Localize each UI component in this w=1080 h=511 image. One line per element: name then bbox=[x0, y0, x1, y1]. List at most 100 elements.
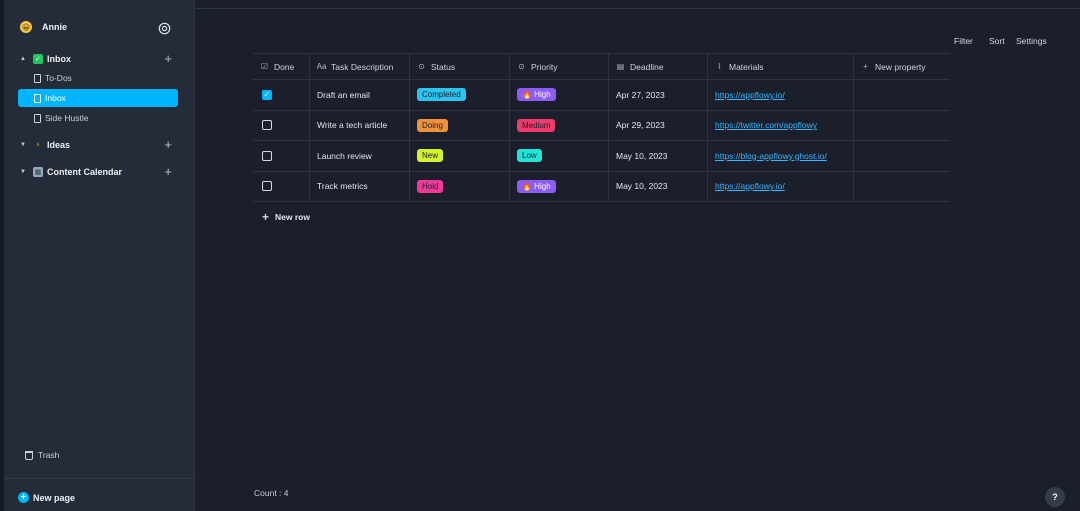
sidebar-item-to-dos[interactable]: To-Dos bbox=[18, 69, 178, 87]
done-checkbox[interactable] bbox=[262, 150, 272, 161]
status-cell[interactable]: Completed bbox=[410, 80, 510, 110]
status-cell[interactable]: Hold bbox=[410, 171, 510, 201]
user-avatar-emoji: 😀 bbox=[20, 21, 32, 33]
column-label: Done bbox=[274, 61, 295, 72]
sort-button[interactable]: Sort bbox=[989, 36, 1005, 46]
status-cell[interactable]: Doing bbox=[410, 110, 510, 140]
new-row-button[interactable]: + New row bbox=[262, 210, 310, 224]
status-tag: Hold bbox=[417, 179, 444, 193]
new-row-label: New row bbox=[275, 212, 310, 222]
priority-cell[interactable]: Medium bbox=[510, 110, 609, 140]
database-grid: ☑ Done Aa Task Description ⊙ Status ⊙ Pr… bbox=[253, 53, 950, 202]
grid-header-row: ☑ Done Aa Task Description ⊙ Status ⊙ Pr… bbox=[253, 53, 950, 80]
sidebar-section-label: Ideas bbox=[47, 140, 71, 150]
chevron-up-icon[interactable]: ▲ bbox=[18, 56, 28, 62]
column-header-status[interactable]: ⊙ Status bbox=[410, 54, 510, 79]
trash-button[interactable]: Trash bbox=[25, 450, 59, 460]
materials-link[interactable]: https://appflowy.io/ bbox=[715, 90, 785, 100]
materials-link[interactable]: https://twitter.com/appflowy bbox=[715, 120, 817, 130]
column-header-materials[interactable]: ⌇ Materials bbox=[708, 54, 854, 79]
add-page-button[interactable]: + bbox=[164, 137, 172, 153]
new-page-button[interactable]: + New page bbox=[18, 492, 75, 503]
column-header-deadline[interactable]: ▤ Deadline bbox=[609, 54, 708, 79]
sidebar: 😀 Annie ▲ ✓ Inbox + To-Dos Inbox Side Hu… bbox=[0, 0, 195, 511]
sidebar-item-side-hustle[interactable]: Side Hustle bbox=[18, 109, 178, 127]
materials-cell[interactable]: https://twitter.com/appflowy bbox=[708, 110, 854, 140]
status-tag: New bbox=[417, 149, 444, 163]
add-page-button[interactable]: + bbox=[164, 51, 172, 67]
sidebar-section-ideas[interactable]: ▼ ⚡ Ideas + bbox=[18, 136, 178, 154]
top-divider bbox=[195, 8, 1080, 9]
deadline-cell[interactable]: May 10, 2023 bbox=[609, 171, 708, 201]
trash-label: Trash bbox=[38, 450, 60, 460]
lightning-icon: ⚡ bbox=[35, 142, 41, 149]
paperclip-icon: ⌇ bbox=[717, 62, 722, 71]
calendar-emoji-icon: ▦ bbox=[33, 167, 43, 177]
table-row[interactable]: ✓ Draft an email Completed 🔥 High Apr 27… bbox=[253, 80, 950, 111]
priority-tag: 🔥 High bbox=[517, 88, 556, 102]
column-header-task-description[interactable]: Aa Task Description bbox=[310, 54, 410, 79]
materials-cell[interactable]: https://blog-appflowy.ghost.io/ bbox=[708, 141, 854, 171]
deadline-cell[interactable]: May 10, 2023 bbox=[609, 141, 708, 171]
new-property-button[interactable]: + New property bbox=[854, 54, 950, 79]
status-tag: Completed bbox=[417, 88, 466, 102]
plus-icon: + bbox=[262, 210, 270, 224]
column-label: Task Description bbox=[331, 61, 394, 72]
sidebar-item-label: Inbox bbox=[45, 93, 66, 103]
filter-button[interactable]: Filter bbox=[954, 36, 973, 46]
sidebar-divider bbox=[4, 478, 194, 479]
column-header-done[interactable]: ☑ Done bbox=[253, 54, 310, 79]
sidebar-section-label: Inbox bbox=[47, 54, 71, 64]
deadline-cell[interactable]: Apr 29, 2023 bbox=[609, 110, 708, 140]
add-page-button[interactable]: + bbox=[164, 164, 172, 180]
materials-link[interactable]: https://blog-appflowy.ghost.io/ bbox=[715, 151, 827, 161]
task-cell[interactable]: Write a tech article bbox=[310, 110, 410, 140]
done-cell[interactable] bbox=[253, 171, 310, 201]
table-row[interactable]: Write a tech article Doing Medium Apr 29… bbox=[253, 110, 950, 141]
chevron-down-icon[interactable]: ▼ bbox=[18, 169, 28, 175]
done-cell[interactable] bbox=[253, 110, 310, 140]
sidebar-section-label: Content Calendar bbox=[47, 167, 123, 177]
column-label: New property bbox=[875, 61, 926, 72]
row-count: Count : 4 bbox=[254, 488, 289, 498]
calendar-icon: ▤ bbox=[616, 62, 625, 71]
column-label: Deadline bbox=[630, 61, 664, 72]
user-profile[interactable]: 😀 Annie bbox=[20, 21, 67, 33]
table-row[interactable]: Launch review New Low May 10, 2023 https… bbox=[253, 141, 950, 172]
task-cell[interactable]: Track metrics bbox=[310, 171, 410, 201]
sidebar-edge bbox=[0, 0, 4, 511]
done-checkbox[interactable] bbox=[262, 120, 272, 131]
column-label: Materials bbox=[729, 61, 764, 72]
settings-button[interactable]: Settings bbox=[1016, 36, 1047, 46]
checkbox-icon: ☑ bbox=[260, 62, 269, 71]
done-cell[interactable]: ✓ bbox=[253, 80, 310, 110]
column-header-priority[interactable]: ⊙ Priority bbox=[510, 54, 609, 79]
priority-tag: 🔥 High bbox=[517, 179, 556, 193]
plus-circle-icon: + bbox=[18, 492, 29, 503]
sidebar-item-label: To-Dos bbox=[45, 73, 72, 83]
done-checkbox[interactable] bbox=[262, 181, 272, 192]
priority-cell[interactable]: 🔥 High bbox=[510, 80, 609, 110]
deadline-cell[interactable]: Apr 27, 2023 bbox=[609, 80, 708, 110]
materials-cell[interactable]: https://appflowy.io/ bbox=[708, 171, 854, 201]
plus-icon: + bbox=[863, 62, 868, 71]
materials-cell[interactable]: https://appflowy.io/ bbox=[708, 80, 854, 110]
done-checkbox[interactable]: ✓ bbox=[262, 89, 272, 100]
priority-tag: Medium bbox=[517, 118, 556, 132]
materials-link[interactable]: https://appflowy.io/ bbox=[715, 181, 785, 191]
table-row[interactable]: Track metrics Hold 🔥 High May 10, 2023 h… bbox=[253, 171, 950, 202]
sidebar-section-content-calendar[interactable]: ▼ ▦ Content Calendar + bbox=[18, 163, 178, 181]
document-icon bbox=[34, 113, 41, 123]
chevron-down-icon[interactable]: ▼ bbox=[18, 142, 28, 148]
status-cell[interactable]: New bbox=[410, 141, 510, 171]
sidebar-section-inbox[interactable]: ▲ ✓ Inbox + bbox=[18, 50, 178, 68]
priority-cell[interactable]: Low bbox=[510, 141, 609, 171]
priority-cell[interactable]: 🔥 High bbox=[510, 171, 609, 201]
help-button[interactable]: ? bbox=[1045, 487, 1065, 507]
task-cell[interactable]: Launch review bbox=[310, 141, 410, 171]
document-icon bbox=[34, 93, 41, 103]
done-cell[interactable] bbox=[253, 141, 310, 171]
sidebar-item-inbox[interactable]: Inbox bbox=[18, 89, 178, 107]
gear-icon[interactable] bbox=[158, 22, 171, 35]
task-cell[interactable]: Draft an email bbox=[310, 80, 410, 110]
